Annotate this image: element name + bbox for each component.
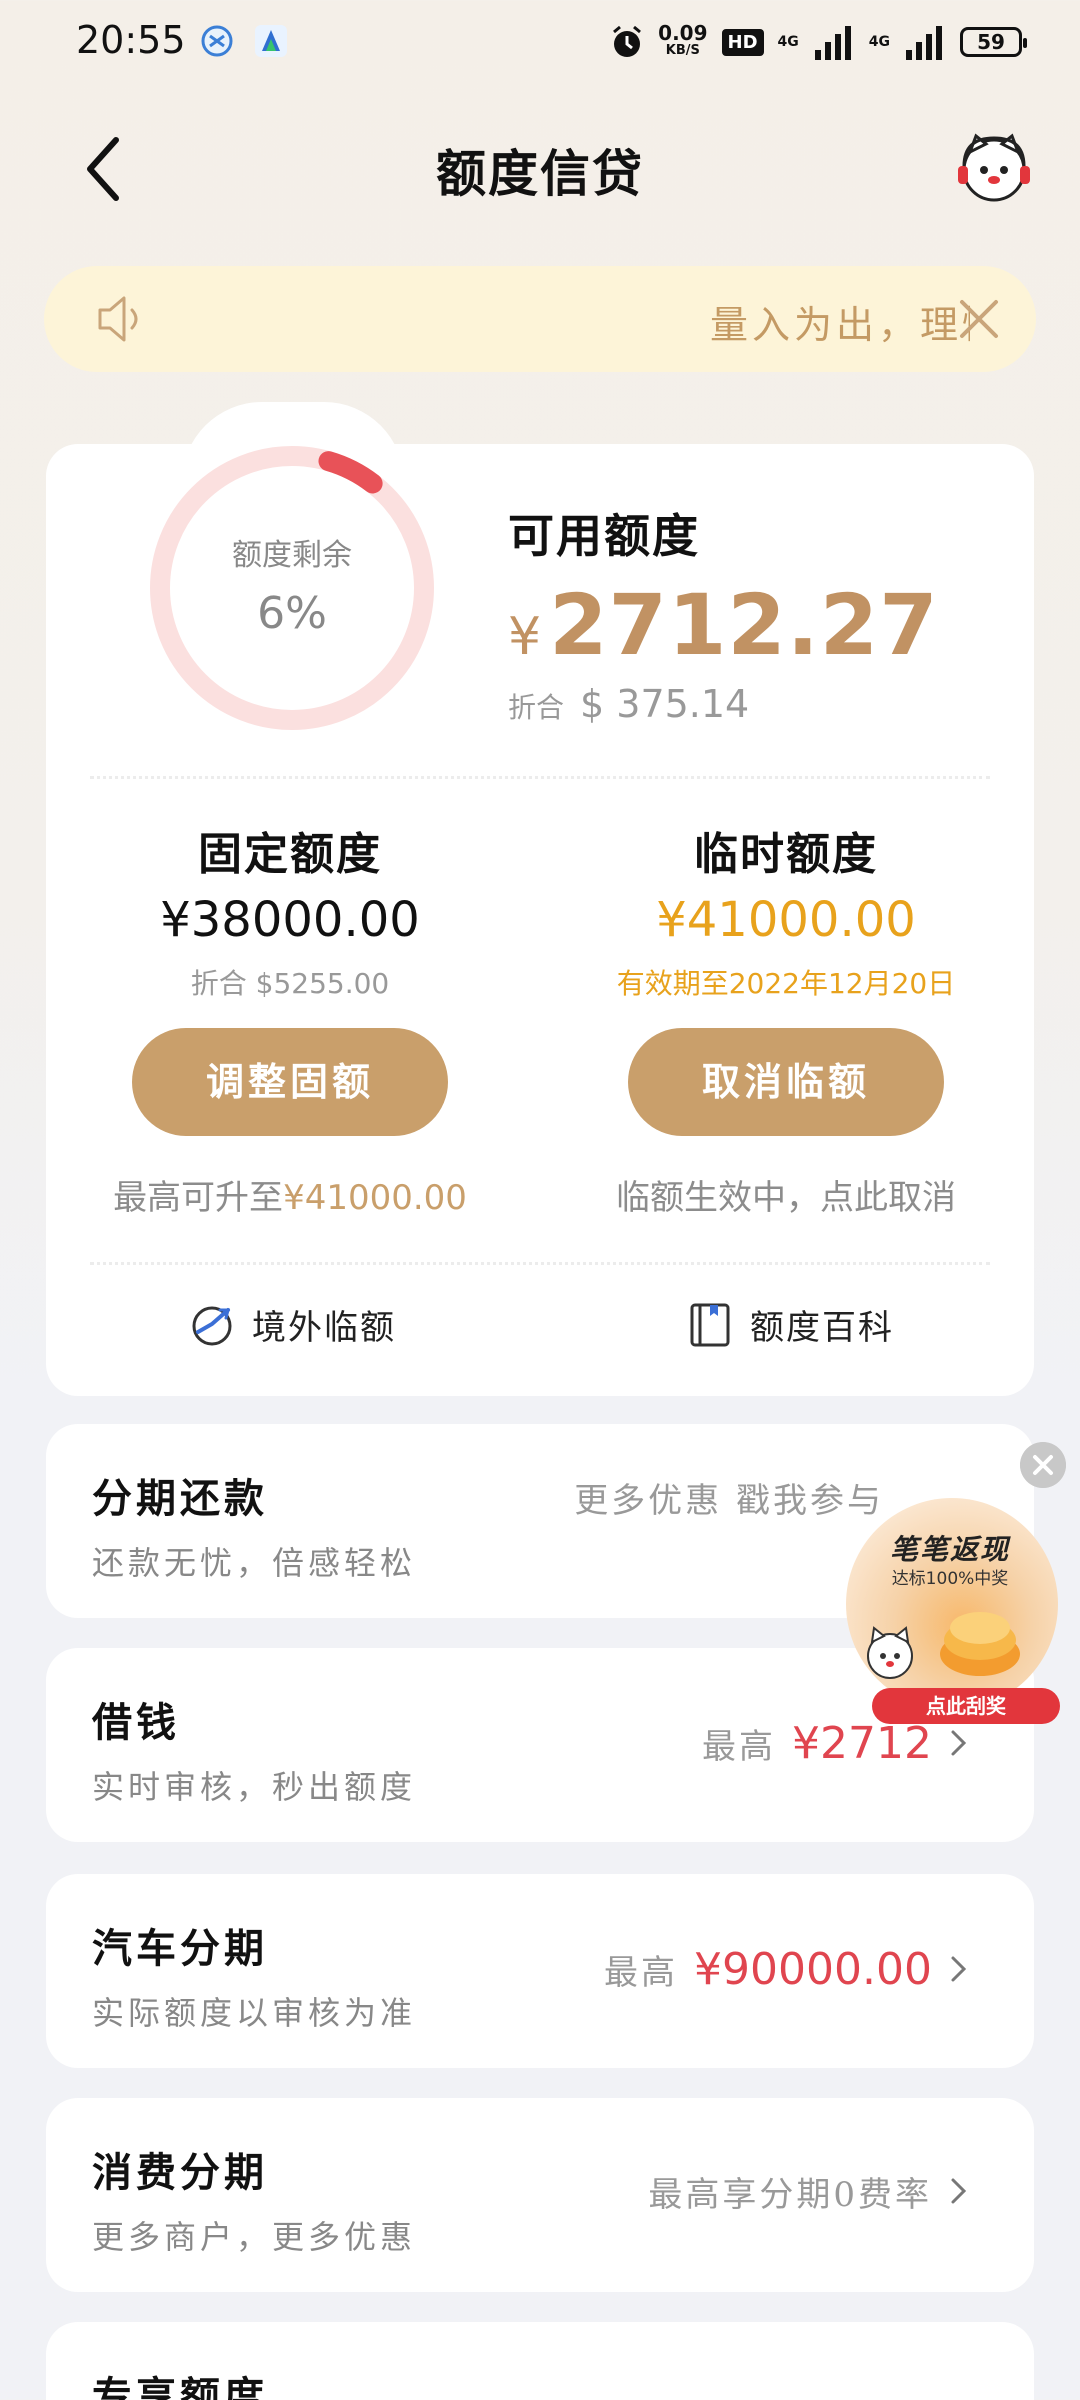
status-bar: 20:55 0.09 KB/S HD 4G 4G 59 [0, 0, 1080, 84]
available-credit-label: 可用额度 [508, 509, 700, 563]
promo-hint: 最高享分期0费率 [648, 2174, 932, 2215]
status-time: 20:55 [76, 18, 186, 62]
temp-credit-section: 临时额度 ¥41000.00 有效期至2022年12月20日 取消临额 临额生效… [576, 818, 996, 1219]
max-prefix: 最高 [604, 1952, 679, 1993]
list-item-title: 专享额度 [92, 2373, 268, 2400]
close-icon[interactable] [958, 298, 1000, 340]
coin-stack-icon [940, 1612, 1020, 1676]
chevron-right-icon [951, 1956, 967, 1982]
list-item-title: 消费分期 [92, 2149, 268, 2196]
converted-label: 折合 [508, 691, 565, 724]
nav-bar: 额度信贷 [0, 104, 1080, 234]
temp-credit-note[interactable]: 临额生效中，点此取消 [576, 1170, 996, 1219]
overseas-temp-credit-link[interactable]: 境外临额 [190, 1300, 396, 1349]
temp-credit-amount: ¥41000.00 [656, 892, 916, 948]
hd-badge: HD [721, 28, 764, 56]
divider [90, 1262, 990, 1265]
network-type: 4G [868, 34, 890, 50]
promo-subtitle: 达标100%中奖 [891, 1569, 1009, 1589]
available-credit-converted: 折合 $ 375.14 [508, 682, 749, 726]
status-indicators: 0.09 KB/S HD 4G 4G 59 [610, 18, 1027, 66]
scratch-prize-button[interactable]: 点此刮奖 [872, 1688, 1060, 1724]
promo-hint: 更多优惠 戳我参与 [574, 1480, 884, 1521]
network-type: 4G [777, 34, 799, 50]
ring-percent: 6% [257, 588, 327, 639]
overseas-plane-icon [192, 1306, 232, 1345]
chevron-right-icon [951, 1730, 967, 1756]
list-item-right: 最高 ¥90000.00 [604, 1872, 970, 2066]
credit-wiki-label: 额度百科 [750, 1308, 894, 1348]
fixed-credit-title: 固定额度 [198, 829, 382, 880]
fixed-credit-note[interactable]: 最高可升至¥41000.00 [80, 1170, 500, 1219]
ring-label: 额度剩余 [232, 538, 352, 573]
battery-indicator: 59 [960, 27, 1027, 57]
currency-symbol: ¥ [508, 607, 542, 667]
list-item-subtitle: 实际额度以审核为准 [92, 1994, 417, 2032]
cancel-temp-credit-button[interactable]: 取消临额 [628, 1028, 944, 1136]
list-item-right: 更多优惠 戳我参与 [574, 1400, 884, 1594]
promo-title: 笔笔返现 [889, 1533, 1010, 1566]
close-icon[interactable] [1020, 1442, 1066, 1488]
ring-progress-arc [318, 451, 383, 494]
network-speed: 0.09 KB/S [658, 21, 708, 58]
app-notification-icon [201, 25, 233, 57]
overseas-temp-credit-label: 境外临额 [252, 1308, 396, 1348]
signal-icon [814, 26, 851, 60]
notice-bar[interactable]: 量入为出，理性消费 [44, 266, 1036, 372]
temp-credit-title: 临时额度 [694, 829, 878, 880]
page-title: 额度信贷 [436, 144, 644, 203]
fixed-credit-amount: ¥38000.00 [160, 892, 420, 948]
max-prefix: 最高 [702, 1726, 777, 1767]
converted-amount: $ 375.14 [580, 682, 750, 726]
available-credit-amount: ¥ 2712.27 [508, 576, 939, 674]
list-item-subtitle: 还款无忧，倍感轻松 [92, 1544, 417, 1582]
mascot-icon [867, 1626, 913, 1679]
exclusive-credit-card[interactable]: 专享额度 [46, 2322, 1034, 2400]
chevron-right-icon [951, 2178, 967, 2204]
credit-wiki-link[interactable]: 额度百科 [688, 1300, 894, 1349]
car-installment-card[interactable]: 汽车分期 实际额度以审核为准 最高 ¥90000.00 [46, 1874, 1034, 2068]
notice-text: 量入为出，理性消费 [710, 303, 970, 347]
app-notification-icon [255, 25, 287, 57]
available-credit-value: 2712.27 [549, 576, 939, 674]
list-item-title: 分期还款 [92, 1475, 268, 1522]
divider [90, 776, 990, 779]
list-item-subtitle: 更多商户，更多优惠 [92, 2218, 417, 2256]
max-amount: ¥90000.00 [694, 1943, 932, 1995]
fixed-credit-section: 固定额度 ¥38000.00 折合 $5255.00 调整固额 最高可升至¥41… [80, 818, 500, 1219]
customer-service-mascot-icon[interactable] [956, 130, 1032, 206]
temp-credit-expiry: 有效期至2022年12月20日 [616, 967, 956, 1000]
speaker-icon [98, 296, 138, 342]
consumer-installment-card[interactable]: 消费分期 更多商户，更多优惠 最高享分期0费率 [46, 2098, 1034, 2292]
list-item-title: 汽车分期 [92, 1925, 268, 1972]
signal-icon [906, 26, 942, 60]
cashback-promo-widget[interactable]: 笔笔返现 达标100%中奖 点此刮奖 [840, 1498, 1060, 1728]
max-upgrade-value: ¥41000.00 [283, 1178, 467, 1218]
list-item-title: 借钱 [92, 1699, 180, 1746]
list-item-subtitle: 实时审核，秒出额度 [92, 1768, 417, 1806]
fixed-credit-converted: 折合 $5255.00 [190, 967, 390, 1000]
book-icon [690, 1303, 730, 1346]
alarm-icon [613, 25, 642, 57]
adjust-fixed-credit-button[interactable]: 调整固额 [132, 1028, 448, 1136]
list-item-right: 最高享分期0费率 [648, 2094, 970, 2288]
